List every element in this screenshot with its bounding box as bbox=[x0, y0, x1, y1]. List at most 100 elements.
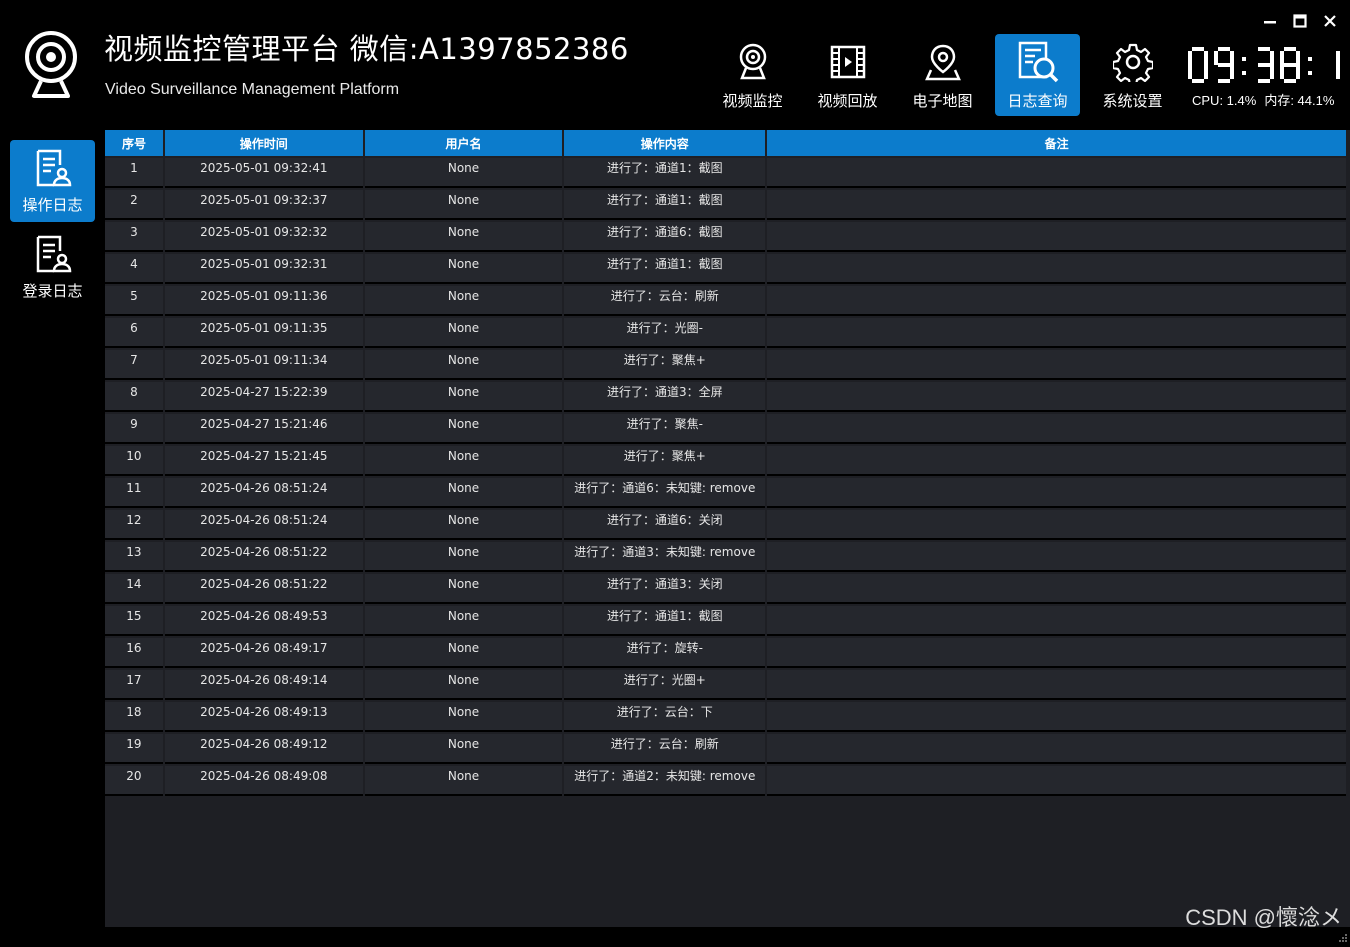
clock-segment bbox=[1258, 79, 1270, 83]
table-row[interactable]: 16 2025-04-26 08:49:17 None 进行了：旋转- bbox=[105, 638, 1346, 668]
table-cell: 3 bbox=[105, 222, 163, 252]
table-header-row: 序号 操作时间 用户名 操作内容 备注 bbox=[105, 130, 1346, 156]
table-cell: 进行了：光圈+ bbox=[564, 670, 766, 700]
table-row[interactable]: 6 2025-05-01 09:11:35 None 进行了：光圈- bbox=[105, 318, 1346, 348]
table-cell: 进行了：光圈- bbox=[564, 318, 766, 348]
column-header[interactable]: 操作时间 bbox=[164, 130, 363, 156]
table-cell: 10 bbox=[105, 446, 163, 476]
table-row[interactable]: 13 2025-04-26 08:51:22 None 进行了：通道3：未知键: re… bbox=[105, 542, 1346, 572]
clock-segment bbox=[1204, 51, 1208, 65]
resize-grip-icon[interactable] bbox=[1338, 928, 1348, 942]
table-row[interactable]: 14 2025-04-26 08:51:22 None 进行了：通道3：关闭 bbox=[105, 574, 1346, 604]
table-row[interactable]: 12 2025-04-26 08:51:24 None 进行了：通道6：关闭 bbox=[105, 510, 1346, 540]
table-row[interactable]: 10 2025-04-27 15:21:45 None 进行了：聚焦+ bbox=[105, 446, 1346, 476]
table-row[interactable]: 2 2025-05-01 09:32:37 None 进行了：通道1：截图 bbox=[105, 190, 1346, 220]
sidebar-item-operation-log[interactable]: 操作日志 bbox=[10, 140, 95, 222]
top-nav: 视频监控 视频回放 电子地图 日志查询 系统设置 bbox=[710, 34, 1185, 116]
clock-segment bbox=[1218, 63, 1230, 67]
app-logo-webcam-icon bbox=[22, 28, 80, 100]
table-row[interactable]: 8 2025-04-27 15:22:39 None 进行了：通道3：全屏 bbox=[105, 382, 1346, 412]
table-cell bbox=[767, 222, 1346, 252]
table-row[interactable]: 7 2025-05-01 09:11:34 None 进行了：聚焦+ bbox=[105, 350, 1346, 380]
table-cell: 进行了：云台：刷新 bbox=[564, 734, 766, 764]
maximize-icon[interactable] bbox=[1288, 10, 1312, 32]
table-cell: 进行了：通道3：全屏 bbox=[564, 382, 766, 412]
digital-clock bbox=[1186, 40, 1350, 90]
minimize-icon[interactable] bbox=[1258, 10, 1282, 32]
table-row[interactable]: 20 2025-04-26 08:49:08 None 进行了：通道2：未知键: re… bbox=[105, 766, 1346, 796]
table-row[interactable]: 1 2025-05-01 09:32:41 None 进行了：通道1：截图 bbox=[105, 158, 1346, 188]
table-cell: 进行了：通道2：未知键: remove bbox=[564, 766, 766, 796]
table-cell: 进行了：通道3：未知键: remove bbox=[564, 542, 766, 572]
table-cell: None bbox=[364, 510, 563, 540]
table-row[interactable]: 18 2025-04-26 08:49:13 None 进行了：云台：下 bbox=[105, 702, 1346, 732]
table-cell: 进行了：通道6：截图 bbox=[564, 222, 766, 252]
clock-segment bbox=[1218, 47, 1230, 51]
clock-segment bbox=[1284, 63, 1296, 67]
table-row[interactable]: 9 2025-04-27 15:21:46 None 进行了：聚焦- bbox=[105, 414, 1346, 444]
table-row[interactable]: 17 2025-04-26 08:49:14 None 进行了：光圈+ bbox=[105, 670, 1346, 700]
clock-segment bbox=[1230, 51, 1234, 65]
table-row[interactable]: 19 2025-04-26 08:49:12 None 进行了：云台：刷新 bbox=[105, 734, 1346, 764]
sidebar-item-login-log[interactable]: 登录日志 bbox=[10, 226, 95, 308]
table-cell bbox=[767, 286, 1346, 316]
table-cell: 进行了：通道3：关闭 bbox=[564, 574, 766, 604]
table-cell: 进行了：聚焦- bbox=[564, 414, 766, 444]
close-icon[interactable] bbox=[1318, 10, 1342, 32]
table-cell bbox=[767, 606, 1346, 636]
table-cell: None bbox=[364, 734, 563, 764]
clock-segment bbox=[1308, 71, 1312, 75]
table-cell: None bbox=[364, 766, 563, 796]
column-header[interactable]: 序号 bbox=[105, 130, 163, 156]
table-cell: 进行了：通道1：截图 bbox=[564, 254, 766, 284]
nav-video-monitor[interactable]: 视频监控 bbox=[710, 34, 795, 116]
document-user-icon bbox=[33, 234, 73, 274]
watermark: CSDN @懷淰メ bbox=[1185, 905, 1342, 930]
table-row[interactable]: 15 2025-04-26 08:49:53 None 进行了：通道1：截图 bbox=[105, 606, 1346, 636]
table-cell bbox=[767, 542, 1346, 572]
table-cell: 2025-04-27 15:21:45 bbox=[164, 446, 363, 476]
table-cell bbox=[767, 734, 1346, 764]
column-header[interactable]: 用户名 bbox=[364, 130, 563, 156]
table-cell bbox=[767, 510, 1346, 540]
table-cell bbox=[767, 638, 1346, 668]
table-cell: 进行了：通道1：截图 bbox=[564, 190, 766, 220]
table-cell: None bbox=[364, 446, 563, 476]
table-cell: 2025-04-26 08:49:13 bbox=[164, 702, 363, 732]
table-cell: None bbox=[364, 382, 563, 412]
table-cell bbox=[767, 414, 1346, 444]
table-row[interactable]: 3 2025-05-01 09:32:32 None 进行了：通道6：截图 bbox=[105, 222, 1346, 252]
table-cell: 进行了：聚焦+ bbox=[564, 446, 766, 476]
table-cell bbox=[767, 350, 1346, 380]
nav-e-map[interactable]: 电子地图 bbox=[900, 34, 985, 116]
table-cell bbox=[767, 446, 1346, 476]
nav-label: 日志查询 bbox=[1007, 92, 1068, 110]
clock-segment bbox=[1258, 63, 1270, 67]
clock-segment bbox=[1270, 51, 1274, 65]
table-row[interactable]: 11 2025-04-26 08:51:24 None 进行了：通道6：未知键: re… bbox=[105, 478, 1346, 508]
column-header[interactable]: 操作内容 bbox=[564, 130, 766, 156]
nav-video-playback[interactable]: 视频回放 bbox=[805, 34, 890, 116]
table-cell: 2025-05-01 09:11:36 bbox=[164, 286, 363, 316]
clock-segment bbox=[1280, 65, 1284, 79]
table-cell: 2025-04-26 08:49:08 bbox=[164, 766, 363, 796]
clock-segment bbox=[1296, 65, 1300, 79]
table-row[interactable]: 5 2025-05-01 09:11:36 None 进行了：云台：刷新 bbox=[105, 286, 1346, 316]
nav-label: 系统设置 bbox=[1102, 92, 1163, 110]
table-cell: 17 bbox=[105, 670, 163, 700]
window-controls bbox=[1258, 10, 1342, 32]
clock-segment bbox=[1242, 71, 1246, 75]
table-row[interactable]: 4 2025-05-01 09:32:31 None 进行了：通道1：截图 bbox=[105, 254, 1346, 284]
table-cell: None bbox=[364, 702, 563, 732]
table-cell: 2025-04-26 08:49:17 bbox=[164, 638, 363, 668]
table-cell: 20 bbox=[105, 766, 163, 796]
nav-log-query[interactable]: 日志查询 bbox=[995, 34, 1080, 116]
clock-segment bbox=[1258, 47, 1270, 51]
table-cell: 2 bbox=[105, 190, 163, 220]
nav-system-settings[interactable]: 系统设置 bbox=[1090, 34, 1175, 116]
table-cell: None bbox=[364, 190, 563, 220]
table-cell: None bbox=[364, 478, 563, 508]
nav-label: 电子地图 bbox=[912, 92, 973, 110]
table-cell bbox=[767, 382, 1346, 412]
column-header[interactable]: 备注 bbox=[767, 130, 1346, 156]
